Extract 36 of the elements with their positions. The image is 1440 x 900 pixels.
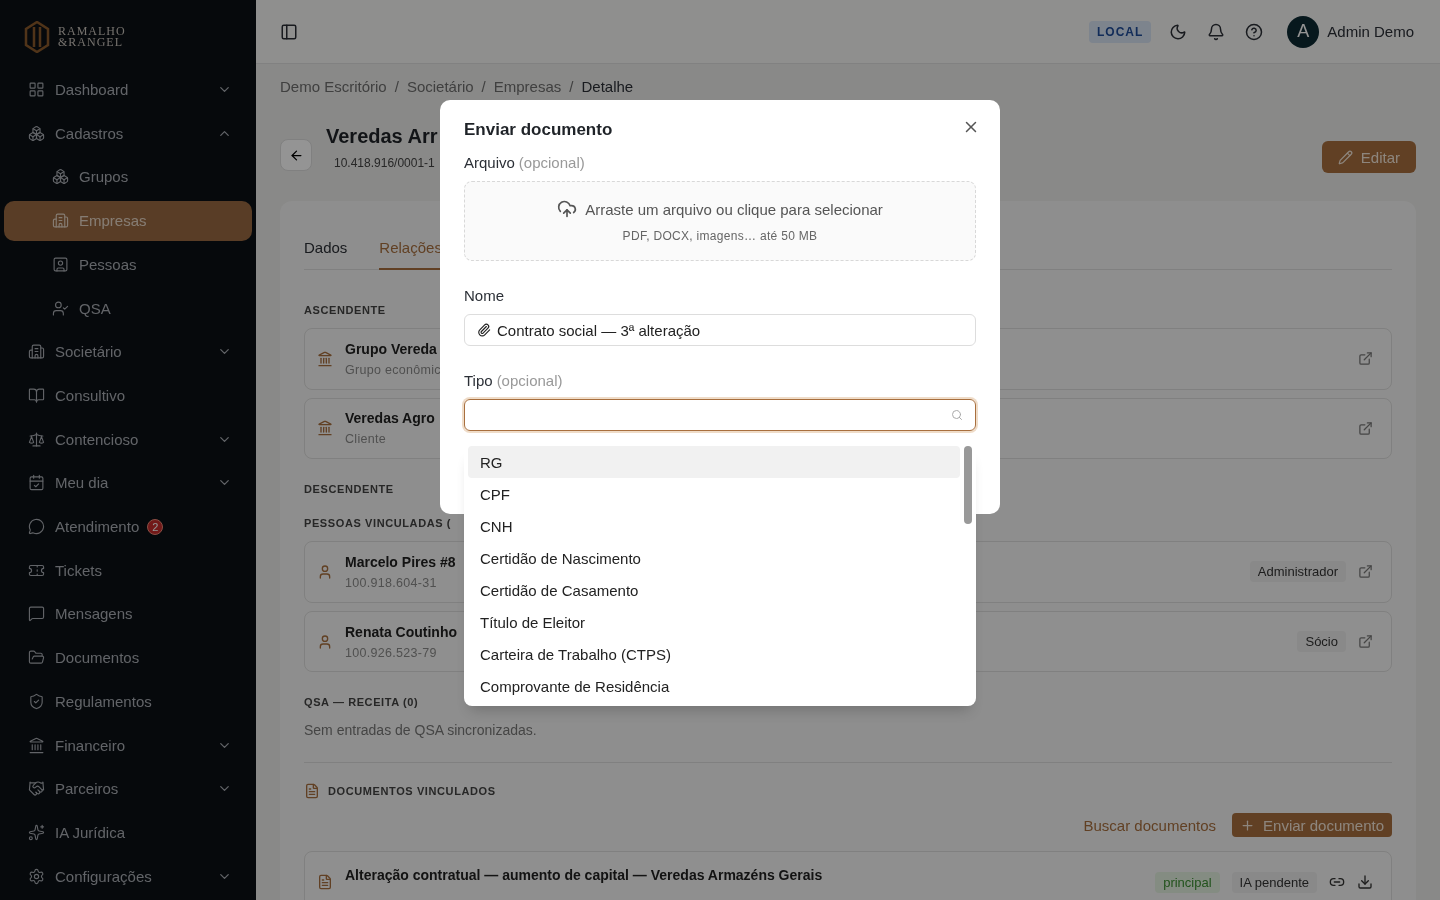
empty-text: Sem entradas de QSA sincronizadas. (304, 722, 537, 739)
row-detail: 100.926.523-79 (345, 645, 437, 660)
section-heading: ASCENDENTE (304, 304, 386, 316)
role-tag: Administrador (1249, 561, 1346, 583)
row-detail: Grupo econômic (345, 362, 441, 377)
environment-badge: LOCAL (1088, 20, 1152, 43)
section-heading: DOCUMENTOS VINCULADOS (328, 785, 496, 798)
row-name: Renata Coutinho (345, 623, 457, 640)
row-name: Marcelo Pires #8 (345, 554, 456, 570)
count-badge: 2 (147, 518, 164, 535)
breadcrumb-separator: / (569, 78, 574, 95)
row-name: Veredas Agro (345, 410, 435, 427)
row-detail: 100.918.604-31 (345, 576, 437, 590)
dropzone-note: PDF, DOCX, imagens… até 50 MB (622, 229, 818, 243)
breadcrumb-separator: / (481, 78, 486, 95)
field-label: Tipo (464, 372, 493, 389)
field-hint: (opcional) (496, 372, 563, 389)
dropzone-text: Arraste um arquivo ou clique para selecionar (585, 200, 883, 218)
page-subtitle: 10.418.916/0001-1 (334, 156, 435, 170)
field-label: Nome (464, 287, 504, 304)
row-name: Grupo Vereda (345, 340, 437, 357)
section-heading: DESCENDENTE (304, 483, 394, 496)
breadcrumb-separator: / (394, 78, 399, 95)
logo-text: RAMALHO &RANGEL (58, 25, 126, 48)
breadcrumb-current: Detalhe (581, 78, 634, 95)
row-name: Alteração contratual — aumento de capital — Veredas Armazéns Gerais (345, 867, 823, 884)
status-tag: principal (1155, 871, 1220, 893)
section-heading: QSA — RECEITA (0) (304, 696, 419, 709)
role-tag: Sócio (1297, 631, 1346, 653)
page-title: Veredas Arr (326, 125, 438, 148)
field-label: Arquivo (464, 154, 515, 171)
section-heading: PESSOAS VINCULADAS ( (304, 517, 452, 530)
status-tag: IA pendente (1231, 871, 1317, 893)
row-detail: Cliente (345, 432, 386, 447)
dialog-title: Enviar documento (464, 120, 613, 140)
field-hint: (opcional) (518, 154, 585, 171)
